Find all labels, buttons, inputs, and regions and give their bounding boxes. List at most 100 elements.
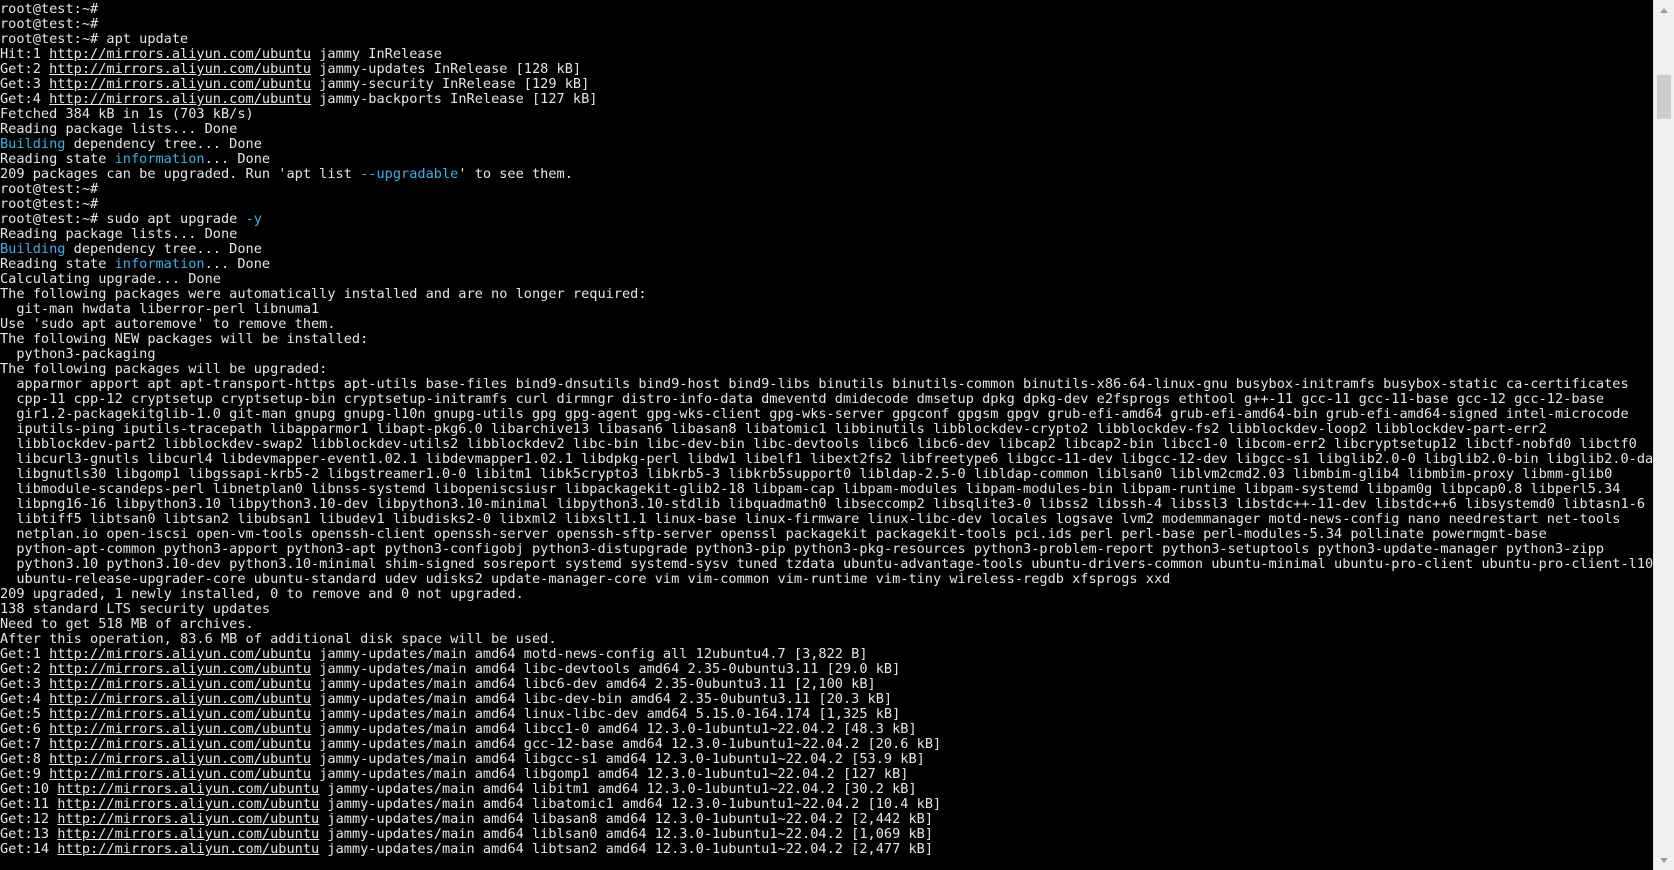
terminal-text: Get:5: [0, 706, 50, 722]
terminal-text: libpng16-16 libpython3.10 libpython3.10-…: [0, 496, 1646, 512]
terminal-text: ' to see them.: [458, 166, 573, 182]
mirror-url-link[interactable]: http://mirrors.aliyun.com/ubuntu: [49, 61, 311, 77]
mirror-url-link[interactable]: http://mirrors.aliyun.com/ubuntu: [57, 796, 319, 812]
terminal-line: Get:3 http://mirrors.aliyun.com/ubuntu j…: [0, 77, 1652, 92]
mirror-url-link[interactable]: http://mirrors.aliyun.com/ubuntu: [57, 811, 319, 827]
terminal-text: 209 packages can be upgraded. Run 'apt l…: [0, 166, 361, 182]
terminal-line: netplan.io open-iscsi open-vm-tools open…: [0, 527, 1652, 542]
terminal-line: Get:7 http://mirrors.aliyun.com/ubuntu j…: [0, 737, 1652, 752]
terminal-text: jammy-security InRelease [129 kB]: [311, 76, 590, 92]
terminal-text: Get:3: [0, 676, 50, 692]
mirror-url-link[interactable]: http://mirrors.aliyun.com/ubuntu: [49, 691, 311, 707]
terminal-text: dependency tree... Done: [65, 241, 262, 257]
mirror-url-link[interactable]: http://mirrors.aliyun.com/ubuntu: [49, 46, 311, 62]
terminal-line: 138 standard LTS security updates: [0, 602, 1652, 617]
highlighted-text: Building: [0, 241, 66, 257]
terminal-line: gir1.2-packagekitglib-1.0 git-man gnupg …: [0, 407, 1652, 422]
terminal-line: libtiff5 libtsan0 libtsan2 libubsan1 lib…: [0, 512, 1652, 527]
terminal-text: Get:13: [0, 826, 58, 842]
terminal-text: libgnutls30 libgomp1 libgssapi-krb5-2 li…: [0, 466, 1613, 482]
terminal-line: root@test:~#: [0, 2, 1652, 17]
terminal-text: jammy-updates/main amd64 libgcc-s1 amd64…: [311, 751, 925, 767]
vertical-scrollbar[interactable]: [1653, 0, 1674, 870]
terminal-text: Hit:1: [0, 46, 50, 62]
chevron-down-icon: [1660, 857, 1668, 863]
terminal-line: Reading package lists... Done: [0, 122, 1652, 137]
terminal-text: root@test:~#: [0, 1, 99, 17]
terminal-text: Need to get 518 MB of archives.: [0, 616, 254, 632]
terminal-line: root@test:~#: [0, 182, 1652, 197]
terminal-text: Get:11: [0, 796, 58, 812]
terminal-text: Get:9: [0, 766, 50, 782]
terminal-line: Get:2 http://mirrors.aliyun.com/ubuntu j…: [0, 662, 1652, 677]
terminal-line: Get:14 http://mirrors.aliyun.com/ubuntu …: [0, 842, 1652, 857]
terminal-text: Get:1: [0, 646, 50, 662]
terminal-line: libblockdev-part2 libblockdev-swap2 libb…: [0, 437, 1652, 452]
terminal-text: The following packages were automaticall…: [0, 286, 647, 302]
terminal-text: ubuntu-release-upgrader-core ubuntu-stan…: [0, 571, 1171, 587]
mirror-url-link[interactable]: http://mirrors.aliyun.com/ubuntu: [49, 661, 311, 677]
terminal-text: cpp-11 cpp-12 cryptsetup cryptsetup-bin …: [0, 391, 1605, 407]
mirror-url-link[interactable]: http://mirrors.aliyun.com/ubuntu: [49, 676, 311, 692]
terminal-line: Get:3 http://mirrors.aliyun.com/ubuntu j…: [0, 677, 1652, 692]
mirror-url-link[interactable]: http://mirrors.aliyun.com/ubuntu: [57, 826, 319, 842]
mirror-url-link[interactable]: http://mirrors.aliyun.com/ubuntu: [49, 646, 311, 662]
mirror-url-link[interactable]: http://mirrors.aliyun.com/ubuntu: [49, 91, 311, 107]
terminal-window[interactable]: root@test:~# root@test:~# root@test:~# apt…: [0, 0, 1674, 870]
terminal-line: Get:1 http://mirrors.aliyun.com/ubuntu j…: [0, 647, 1652, 662]
terminal-text: Get:2: [0, 61, 50, 77]
mirror-url-link[interactable]: http://mirrors.aliyun.com/ubuntu: [57, 841, 319, 857]
terminal-line: Get:8 http://mirrors.aliyun.com/ubuntu j…: [0, 752, 1652, 767]
mirror-url-link[interactable]: http://mirrors.aliyun.com/ubuntu: [49, 736, 311, 752]
terminal-text: 209 upgraded, 1 newly installed, 0 to re…: [0, 586, 524, 602]
terminal-line: Get:13 http://mirrors.aliyun.com/ubuntu …: [0, 827, 1652, 842]
mirror-url-link[interactable]: http://mirrors.aliyun.com/ubuntu: [49, 766, 311, 782]
scroll-down-button[interactable]: [1654, 850, 1674, 870]
terminal-line: Get:4 http://mirrors.aliyun.com/ubuntu j…: [0, 692, 1652, 707]
terminal-text: jammy-updates/main amd64 motd-news-confi…: [311, 646, 868, 662]
terminal-line: libgnutls30 libgomp1 libgssapi-krb5-2 li…: [0, 467, 1652, 482]
mirror-url-link[interactable]: http://mirrors.aliyun.com/ubuntu: [57, 781, 319, 797]
terminal-line: The following packages were automaticall…: [0, 287, 1652, 302]
terminal-line: Get:11 http://mirrors.aliyun.com/ubuntu …: [0, 797, 1652, 812]
terminal-line: libpng16-16 libpython3.10 libpython3.10-…: [0, 497, 1652, 512]
terminal-line: 209 upgraded, 1 newly installed, 0 to re…: [0, 587, 1652, 602]
scroll-up-button[interactable]: [1654, 0, 1674, 20]
terminal-text: libtiff5 libtsan0 libtsan2 libubsan1 lib…: [0, 511, 1621, 527]
terminal-text: Get:4: [0, 691, 50, 707]
terminal-line: Get:6 http://mirrors.aliyun.com/ubuntu j…: [0, 722, 1652, 737]
mirror-url-link[interactable]: http://mirrors.aliyun.com/ubuntu: [49, 76, 311, 92]
terminal-text: jammy-updates InRelease [128 kB]: [311, 61, 582, 77]
terminal-text: root@test:~#: [0, 16, 99, 32]
terminal-text: python3-packaging: [0, 346, 156, 362]
terminal-line: cpp-11 cpp-12 cryptsetup cryptsetup-bin …: [0, 392, 1652, 407]
mirror-url-link[interactable]: http://mirrors.aliyun.com/ubuntu: [49, 706, 311, 722]
highlighted-text: --upgradable: [360, 166, 459, 182]
terminal-text: jammy-updates/main amd64 libatomic1 amd6…: [319, 796, 942, 812]
terminal-line: python3-packaging: [0, 347, 1652, 362]
terminal-text: Get:6: [0, 721, 50, 737]
terminal-text: Get:2: [0, 661, 50, 677]
highlighted-text: information: [114, 151, 205, 167]
terminal-line: Building dependency tree... Done: [0, 242, 1652, 257]
terminal-line: Need to get 518 MB of archives.: [0, 617, 1652, 632]
terminal-text: iputils-ping iputils-tracepath libapparm…: [0, 421, 1547, 437]
terminal-line: iputils-ping iputils-tracepath libapparm…: [0, 422, 1652, 437]
terminal-text: root@test:~# sudo apt upgrade: [0, 211, 246, 227]
terminal-text: root@test:~#: [0, 181, 99, 197]
terminal-line: Fetched 384 kB in 1s (703 kB/s): [0, 107, 1652, 122]
terminal-line: Get:2 http://mirrors.aliyun.com/ubuntu j…: [0, 62, 1652, 77]
terminal-text: root@test:~# apt update: [0, 31, 189, 47]
terminal-text: Get:3: [0, 76, 50, 92]
terminal-text: Get:10: [0, 781, 58, 797]
terminal-text: The following packages will be upgraded:: [0, 361, 328, 377]
mirror-url-link[interactable]: http://mirrors.aliyun.com/ubuntu: [49, 721, 311, 737]
terminal-text: jammy-backports InRelease [127 kB]: [311, 91, 598, 107]
terminal-text: Fetched 384 kB in 1s (703 kB/s): [0, 106, 254, 122]
terminal-text: Get:8: [0, 751, 50, 767]
terminal-output[interactable]: root@test:~# root@test:~# root@test:~# apt…: [0, 2, 1670, 857]
chevron-up-icon: [1660, 7, 1668, 13]
terminal-line: After this operation, 83.6 MB of additio…: [0, 632, 1652, 647]
mirror-url-link[interactable]: http://mirrors.aliyun.com/ubuntu: [49, 751, 311, 767]
scrollbar-thumb[interactable]: [1657, 75, 1671, 120]
